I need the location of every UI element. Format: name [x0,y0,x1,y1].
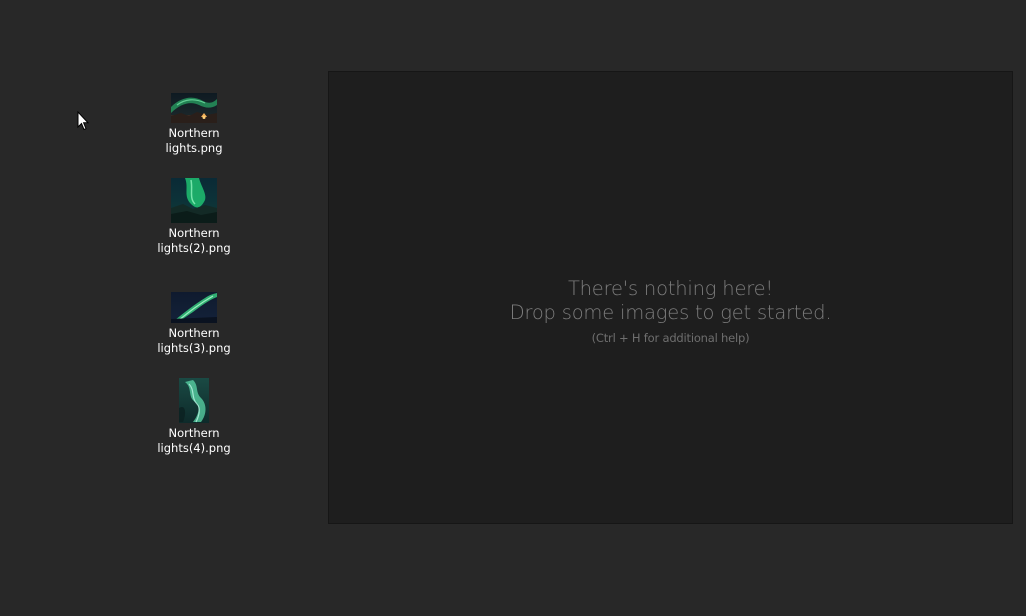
desktop-file-northern-lights[interactable]: Northern lights.png [149,93,239,156]
image-thumbnail-icon [171,292,217,323]
desktop-file-northern-lights-2[interactable]: Northern lights(2).png [149,178,239,256]
file-name-label: Northern lights(2).png [149,226,239,256]
file-thumbnail [149,378,239,423]
file-name-label: Northern lights.png [149,126,239,156]
file-name-line-1: Northern [168,426,220,440]
empty-state-title: There's nothing here! [567,277,774,300]
file-name-line-2: lights(3).png [157,341,231,355]
desktop: { "desktop": { "files": [ {"line1": "Nor… [0,0,1026,616]
file-name-label: Northern lights(3).png [149,326,239,356]
empty-state-message: There's nothing here! Drop some images t… [329,277,1012,345]
image-thumbnail-icon [179,378,209,423]
help-hint: (Ctrl + H for additional help) [591,331,750,345]
file-thumbnail [149,93,239,123]
file-name-line-1: Northern [168,126,220,140]
file-name-line-2: lights(4).png [157,441,231,455]
empty-state-subtitle: Drop some images to get started. [509,301,832,324]
mouse-cursor-icon [77,111,89,131]
image-thumbnail-icon [171,178,217,223]
image-drop-zone[interactable]: There's nothing here! Drop some images t… [328,71,1013,524]
file-name-line-2: lights.png [165,141,223,155]
file-thumbnail [149,178,239,223]
file-name-line-1: Northern [168,226,220,240]
file-name-line-2: lights(2).png [157,241,231,255]
file-thumbnail [149,292,239,323]
desktop-file-northern-lights-3[interactable]: Northern lights(3).png [149,292,239,356]
file-name-line-1: Northern [168,326,220,340]
file-name-label: Northern lights(4).png [149,426,239,456]
desktop-file-northern-lights-4[interactable]: Northern lights(4).png [149,378,239,456]
image-thumbnail-icon [171,93,217,123]
